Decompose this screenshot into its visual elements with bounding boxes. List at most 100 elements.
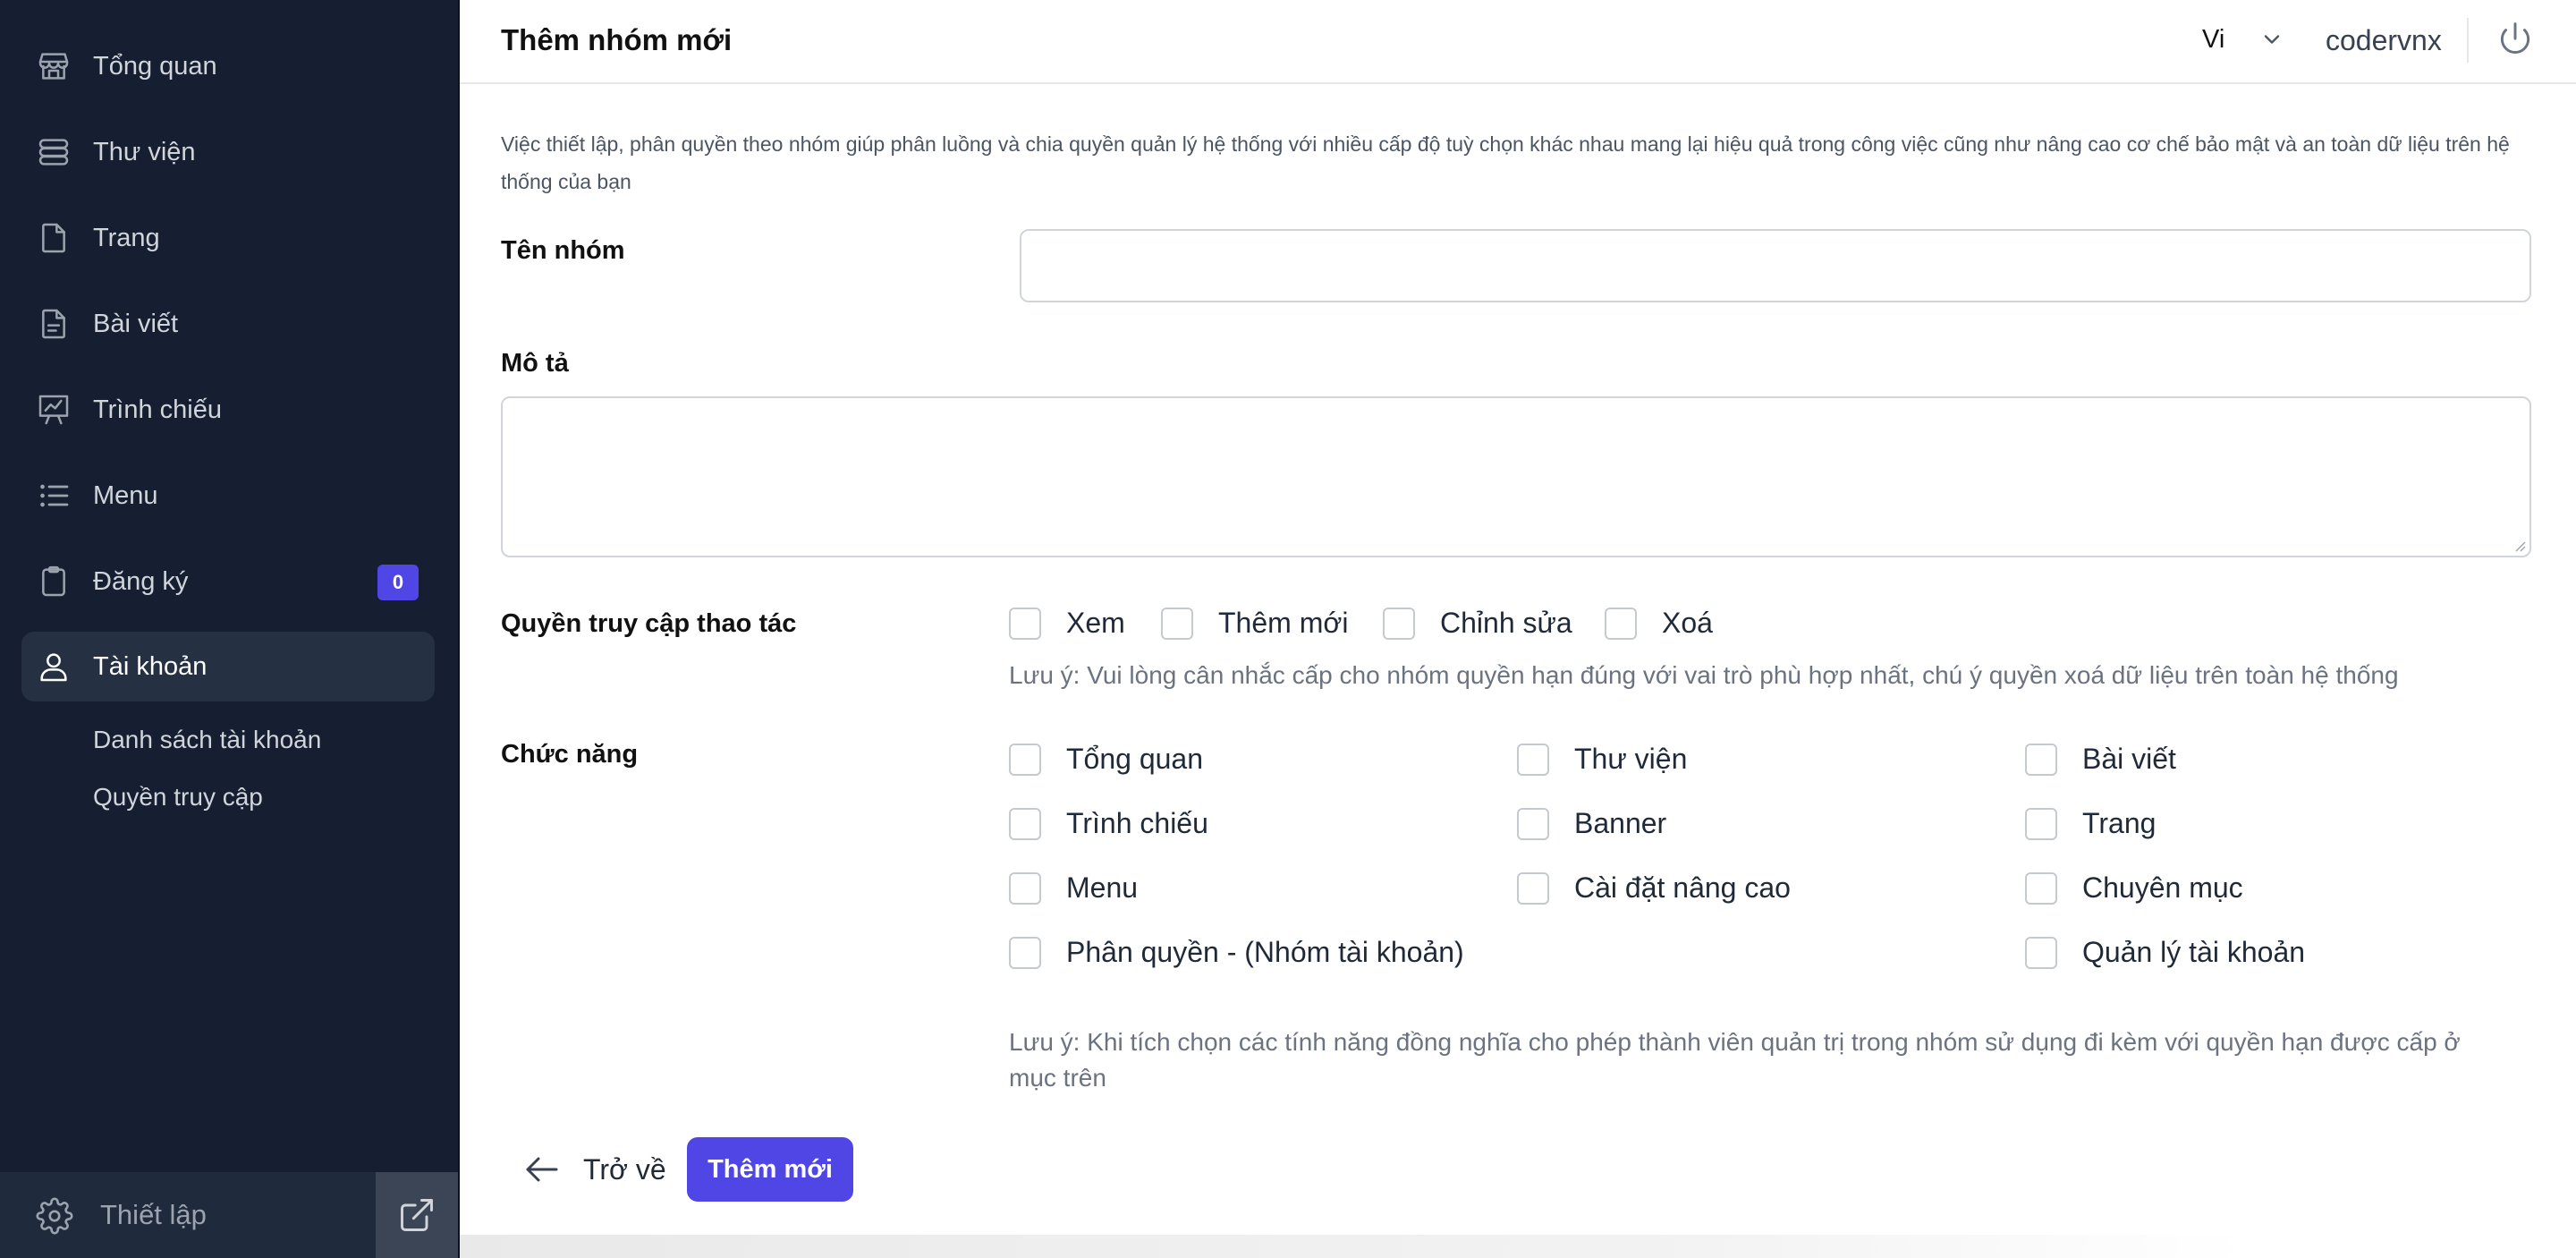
access-option-xoa[interactable]: Xoá xyxy=(1605,607,1713,640)
checkbox[interactable] xyxy=(1517,807,1549,840)
checkbox-label: Quản lý tài khoản xyxy=(2082,936,2306,968)
group-name-label: Tên nhóm xyxy=(501,236,625,265)
feature-trinh-chieu[interactable]: Trình chiếu xyxy=(1009,807,1208,840)
user-menu[interactable]: codervnx xyxy=(2326,24,2442,57)
checkbox-label: Trình chiếu xyxy=(1066,807,1208,839)
checkbox-label: Trang xyxy=(2082,807,2157,839)
bottom-shadow xyxy=(460,1235,2249,1258)
feature-chuyen-muc[interactable]: Chuyên mục xyxy=(2025,871,2243,905)
checkbox-label: Xem xyxy=(1066,607,1125,639)
sidebar-item-dang-ky[interactable]: Đăng ký 0 xyxy=(21,547,435,616)
features-note-line: Lưu ý: Khi tích chọn các tính năng đồng … xyxy=(1009,1028,2461,1056)
access-note: Lưu ý: Vui lòng cân nhắc cấp cho nhóm qu… xyxy=(1009,661,2399,689)
checkbox[interactable] xyxy=(2025,743,2057,776)
sidebar-item-label: Đăng ký xyxy=(93,566,189,596)
sidebar-item-label: Bài viết xyxy=(93,309,179,338)
feature-trang[interactable]: Trang xyxy=(2025,807,2156,840)
feature-quan-ly-tai-khoan[interactable]: Quản lý tài khoản xyxy=(2025,936,2305,969)
sidebar-item-tai-khoan[interactable]: Tài khoản xyxy=(21,632,435,701)
feature-banner[interactable]: Banner xyxy=(1517,807,1666,840)
checkbox[interactable] xyxy=(1605,607,1637,640)
settings-button[interactable]: Thiết lập xyxy=(0,1172,374,1258)
feature-cai-dat-nang-cao[interactable]: Cài đặt nâng cao xyxy=(1517,871,1791,905)
checkbox-label: Tổng quan xyxy=(1066,743,1204,775)
language-select[interactable]: Vi xyxy=(2202,25,2224,55)
gear-icon xyxy=(36,1197,73,1235)
sidebar: Tổng quan Thư viện Trang Bài viết Trình … xyxy=(0,0,460,1258)
power-icon[interactable] xyxy=(2496,20,2535,59)
resize-grip-icon[interactable] xyxy=(2512,538,2526,552)
header-divider xyxy=(2467,18,2469,63)
checkbox-label: Cài đặt nâng cao xyxy=(1574,871,1791,904)
sidebar-item-bai-viet[interactable]: Bài viết xyxy=(21,289,435,359)
page-title: Thêm nhóm mới xyxy=(501,23,733,56)
checkbox-label: Thêm mới xyxy=(1218,607,1349,639)
checkbox[interactable] xyxy=(1009,743,1041,776)
back-button[interactable]: Trở về xyxy=(521,1138,666,1201)
checkbox[interactable] xyxy=(1009,607,1041,640)
submit-button[interactable]: Thêm mới xyxy=(687,1137,853,1202)
sidebar-item-label: Thư viện xyxy=(93,137,196,166)
access-option-them-moi[interactable]: Thêm mới xyxy=(1161,607,1348,640)
checkbox[interactable] xyxy=(1161,607,1193,640)
database-icon xyxy=(38,139,69,166)
sidebar-item-tong-quan[interactable]: Tổng quan xyxy=(21,31,435,101)
feature-menu[interactable]: Menu xyxy=(1009,871,1138,905)
sidebar-item-thu-vien[interactable]: Thư viện xyxy=(21,117,435,187)
description-label: Mô tả xyxy=(501,349,569,378)
file-icon xyxy=(42,223,65,253)
checkbox[interactable] xyxy=(2025,871,2057,905)
sidebar-item-label: Trình chiếu xyxy=(93,395,222,424)
checkbox-label: Menu xyxy=(1066,871,1139,904)
sidebar-subitem-danh-sach-tai-khoan[interactable]: Danh sách tài khoản xyxy=(93,726,321,754)
feature-thu-vien[interactable]: Thư viện xyxy=(1517,743,1687,776)
sidebar-item-trinh-chieu[interactable]: Trình chiếu xyxy=(21,375,435,445)
checkbox-label: Chuyên mục xyxy=(2082,871,2243,904)
open-external-button[interactable] xyxy=(376,1172,458,1258)
clipboard-icon xyxy=(42,565,65,597)
checkbox-label: Xoá xyxy=(1662,607,1713,639)
features-note-line: mục trên xyxy=(1009,1064,1106,1092)
chevron-down-icon[interactable] xyxy=(2259,27,2284,52)
user-icon xyxy=(40,653,67,682)
sidebar-footer: Thiết lập xyxy=(0,1172,458,1258)
checkbox[interactable] xyxy=(1009,871,1041,905)
checkbox-label: Thư viện xyxy=(1574,743,1688,775)
features-note: Lưu ý: Khi tích chọn các tính năng đồng … xyxy=(1009,1024,2461,1096)
checkbox[interactable] xyxy=(2025,807,2057,840)
checkbox[interactable] xyxy=(2025,936,2057,969)
sidebar-item-label: Menu xyxy=(93,480,158,510)
feature-bai-viet[interactable]: Bài viết xyxy=(2025,743,2176,776)
checkbox[interactable] xyxy=(1517,871,1549,905)
settings-label: Thiết lập xyxy=(100,1199,207,1230)
feature-phan-quyen[interactable]: Phân quyền - (Nhóm tài khoản) xyxy=(1009,936,1464,969)
count-badge: 0 xyxy=(377,565,419,600)
sidebar-item-label: Tài khoản xyxy=(93,651,208,681)
checkbox[interactable] xyxy=(1009,807,1041,840)
checkbox[interactable] xyxy=(1009,936,1041,969)
checkbox-label: Bài viết xyxy=(2082,743,2176,775)
sidebar-item-trang[interactable]: Trang xyxy=(21,203,435,273)
list-icon xyxy=(40,484,69,507)
back-label: Trở về xyxy=(583,1152,666,1186)
top-header: Thêm nhóm mới Vi codervnx xyxy=(460,0,2576,84)
checkbox[interactable] xyxy=(1517,743,1549,776)
sidebar-item-label: Tổng quan xyxy=(93,51,217,81)
checkbox-label: Banner xyxy=(1574,807,1667,839)
access-option-xem[interactable]: Xem xyxy=(1009,607,1125,640)
file-text-icon xyxy=(42,309,65,339)
checkbox-label: Phân quyền - (Nhóm tài khoản) xyxy=(1066,936,1464,968)
form-intro: Việc thiết lập, phân quyền theo nhóm giú… xyxy=(501,132,2510,193)
description-textarea[interactable] xyxy=(501,396,2531,557)
sidebar-item-label: Trang xyxy=(93,223,160,252)
access-option-chinh-sua[interactable]: Chỉnh sửa xyxy=(1383,607,1572,640)
store-icon xyxy=(38,53,69,80)
features-label: Chức năng xyxy=(501,740,639,769)
group-name-input[interactable] xyxy=(1020,229,2531,302)
feature-tong-quan[interactable]: Tổng quan xyxy=(1009,743,1203,776)
access-permissions-label: Quyền truy cập thao tác xyxy=(501,609,797,638)
sidebar-item-menu[interactable]: Menu xyxy=(21,461,435,531)
sidebar-subitem-quyen-truy-cap[interactable]: Quyền truy cập xyxy=(93,783,263,812)
checkbox-label: Chỉnh sửa xyxy=(1440,607,1572,639)
checkbox[interactable] xyxy=(1383,607,1415,640)
